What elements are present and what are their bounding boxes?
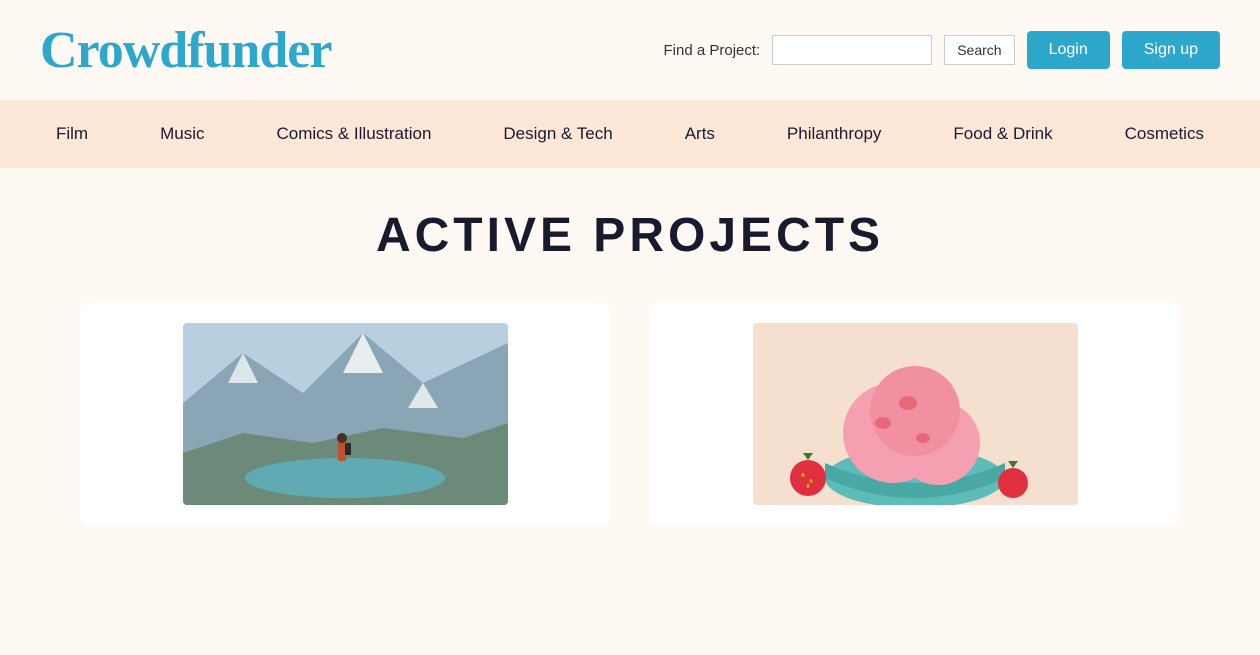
logo[interactable]: Crowdfunder	[40, 21, 331, 80]
nav-item-comics[interactable]: Comics & Illustration	[260, 114, 447, 154]
search-input[interactable]	[772, 35, 932, 65]
project-card-2[interactable]	[650, 303, 1180, 525]
main: ACTIVE PROJECTS	[0, 168, 1260, 525]
project-image-mountain	[183, 323, 508, 505]
card-content-1	[80, 505, 610, 525]
card-content-2	[650, 505, 1180, 525]
project-image-icecream	[753, 323, 1078, 505]
nav-item-food[interactable]: Food & Drink	[937, 114, 1068, 154]
projects-row	[20, 303, 1240, 525]
login-button[interactable]: Login	[1027, 31, 1110, 69]
search-button[interactable]: Search	[944, 35, 1014, 65]
nav: Film Music Comics & Illustration Design …	[0, 100, 1260, 168]
nav-item-philanthropy[interactable]: Philanthropy	[771, 114, 898, 154]
nav-item-music[interactable]: Music	[144, 114, 220, 154]
project-card-1[interactable]	[80, 303, 610, 525]
nav-item-film[interactable]: Film	[40, 114, 104, 154]
nav-item-arts[interactable]: Arts	[669, 114, 731, 154]
nav-item-cosmetics[interactable]: Cosmetics	[1109, 114, 1220, 154]
signup-button[interactable]: Sign up	[1122, 31, 1220, 69]
page-title: ACTIVE PROJECTS	[20, 208, 1240, 263]
find-label: Find a Project:	[664, 42, 761, 59]
nav-item-design[interactable]: Design & Tech	[487, 114, 628, 154]
header-right: Find a Project: Search Login Sign up	[664, 31, 1221, 69]
header: Crowdfunder Find a Project: Search Login…	[0, 0, 1260, 100]
